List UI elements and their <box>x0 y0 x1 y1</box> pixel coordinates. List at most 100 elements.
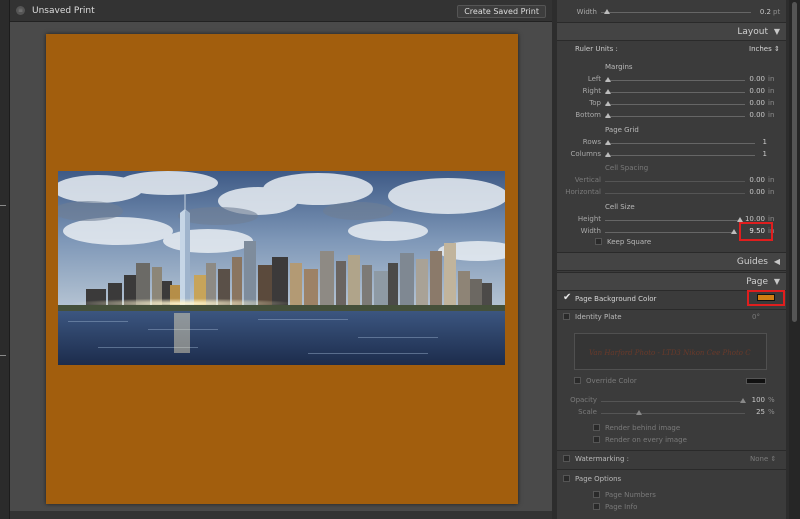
scale-label: Scale <box>578 408 597 416</box>
watermarking-select[interactable]: None ⇕ <box>750 455 776 463</box>
highlight-box <box>747 290 785 306</box>
margins-heading: Margins <box>605 63 633 71</box>
render-behind-label: Render behind image <box>605 424 681 432</box>
opacity-unit: % <box>768 396 775 404</box>
divider <box>557 450 786 451</box>
page-grid-value[interactable]: 1 <box>757 138 767 146</box>
identity-plate-label: Identity Plate <box>575 313 622 321</box>
watermarking-checkbox[interactable] <box>563 455 570 462</box>
cell-height-slider[interactable] <box>605 220 739 221</box>
create-saved-print-button[interactable]: Create Saved Print <box>457 5 546 18</box>
ruler-units-value: Inches <box>749 45 772 53</box>
page-numbers-label: Page Numbers <box>605 491 656 499</box>
expand-triangle-icon: ◀ <box>773 257 780 266</box>
margin-unit: in <box>768 99 775 107</box>
stroke-width-value[interactable]: 0.2 <box>753 8 771 16</box>
render-every-checkbox[interactable] <box>593 436 600 443</box>
slider-thumb[interactable] <box>605 113 611 118</box>
stroke-width-label: Width <box>576 8 597 16</box>
margin-value[interactable]: 0.00 <box>747 99 765 107</box>
print-title: Unsaved Print <box>32 6 95 16</box>
page-background-color-checkbox[interactable]: ✔ <box>563 293 571 303</box>
page-options-checkbox[interactable] <box>563 475 570 482</box>
panel-scrollbar[interactable] <box>789 0 800 519</box>
print-icon: ≡ <box>16 6 25 15</box>
cell-size-label: Height <box>577 215 601 223</box>
stroke-width-slider-thumb[interactable] <box>604 9 610 14</box>
keep-square-checkbox[interactable] <box>595 238 602 245</box>
cell-spacing-value[interactable]: 0.00 <box>747 176 765 184</box>
print-page-preview[interactable] <box>46 34 518 504</box>
override-color-swatch[interactable] <box>746 378 766 384</box>
layout-panel-header[interactable]: Layout ▼ <box>557 22 786 41</box>
cell-spacing-value[interactable]: 0.00 <box>747 188 765 196</box>
cell-spacing-unit: in <box>768 176 775 184</box>
margin-value[interactable]: 0.00 <box>747 87 765 95</box>
identity-plate-preview[interactable]: Van Harford Photo - LTD3 Nikon Cee Photo… <box>574 333 767 370</box>
page-numbers-checkbox[interactable] <box>593 491 600 498</box>
left-panel-toggle-icon[interactable] <box>0 205 6 206</box>
margin-bottom-slider[interactable] <box>605 116 745 117</box>
guides-panel-header[interactable]: Guides ◀ <box>557 252 786 271</box>
left-panel-strip[interactable] <box>0 0 10 519</box>
margin-value[interactable]: 0.00 <box>747 75 765 83</box>
slider-thumb[interactable] <box>605 152 611 157</box>
page-options-label: Page Options <box>575 475 622 483</box>
stroke-width-slider[interactable] <box>601 12 751 13</box>
opacity-slider[interactable] <box>601 401 745 402</box>
margin-value[interactable]: 0.00 <box>747 111 765 119</box>
cell-spacing-label: Vertical <box>574 176 601 184</box>
slider-thumb[interactable] <box>740 398 746 403</box>
ruler-units-select[interactable]: Inches ⇕ <box>749 45 780 53</box>
stroke-width-unit: pt <box>773 8 781 16</box>
layout-header-label: Layout <box>737 27 768 37</box>
cell-spacing-heading: Cell Spacing <box>605 164 649 172</box>
margin-unit: in <box>768 75 775 83</box>
page-info-checkbox[interactable] <box>593 503 600 510</box>
margin-unit: in <box>768 87 775 95</box>
render-behind-checkbox[interactable] <box>593 424 600 431</box>
page-grid-value[interactable]: 1 <box>757 150 767 158</box>
collapse-triangle-icon: ▼ <box>773 277 780 286</box>
collapse-triangle-icon: ▼ <box>773 27 780 36</box>
right-panel-content: Width 0.2 pt Layout ▼ Ruler Units : Inch… <box>557 0 786 519</box>
margin-top-slider[interactable] <box>605 104 745 105</box>
photo-cell[interactable] <box>58 171 505 365</box>
page-grid-label: Rows <box>582 138 601 146</box>
left-panel-toggle-icon[interactable] <box>0 355 6 356</box>
horizontal-spacing-slider[interactable] <box>605 193 745 194</box>
margin-left-slider[interactable] <box>605 80 745 81</box>
page-background-color-label: Page Background Color <box>575 295 657 303</box>
columns-slider[interactable] <box>605 155 755 156</box>
identity-plate-checkbox[interactable] <box>563 313 570 320</box>
opacity-value[interactable]: 100 <box>749 396 765 404</box>
margin-right-slider[interactable] <box>605 92 745 93</box>
canvas-bottom-bar <box>10 511 552 519</box>
page-header-label: Page <box>746 277 768 287</box>
override-color-checkbox[interactable] <box>574 377 581 384</box>
slider-thumb[interactable] <box>605 101 611 106</box>
slider-thumb[interactable] <box>605 89 611 94</box>
dropdown-arrow-icon: ⇕ <box>773 45 780 53</box>
page-panel-header[interactable]: Page ▼ <box>557 272 786 291</box>
margin-label: Right <box>582 87 601 95</box>
vertical-spacing-slider[interactable] <box>605 181 745 182</box>
identity-plate-angle[interactable]: 0° <box>752 313 760 321</box>
cell-width-slider[interactable] <box>605 232 735 233</box>
rows-slider[interactable] <box>605 143 755 144</box>
scale-unit: % <box>768 408 775 416</box>
slider-thumb[interactable] <box>731 229 737 234</box>
slider-thumb[interactable] <box>605 77 611 82</box>
print-canvas-area: ≡ Unsaved Print Create Saved Print <box>10 0 552 519</box>
scale-value[interactable]: 25 <box>749 408 765 416</box>
slider-thumb[interactable] <box>636 410 642 415</box>
page-grid-label: Columns <box>570 150 601 158</box>
divider <box>557 469 786 470</box>
right-panel: Width 0.2 pt Layout ▼ Ruler Units : Inch… <box>552 0 800 519</box>
skyline-photo <box>58 171 505 365</box>
dropdown-arrow-icon: ⇕ <box>770 455 777 463</box>
scale-slider[interactable] <box>601 413 745 414</box>
scrollbar-thumb[interactable] <box>792 2 797 322</box>
canvas-toolbar: ≡ Unsaved Print Create Saved Print <box>10 0 552 22</box>
slider-thumb[interactable] <box>605 140 611 145</box>
